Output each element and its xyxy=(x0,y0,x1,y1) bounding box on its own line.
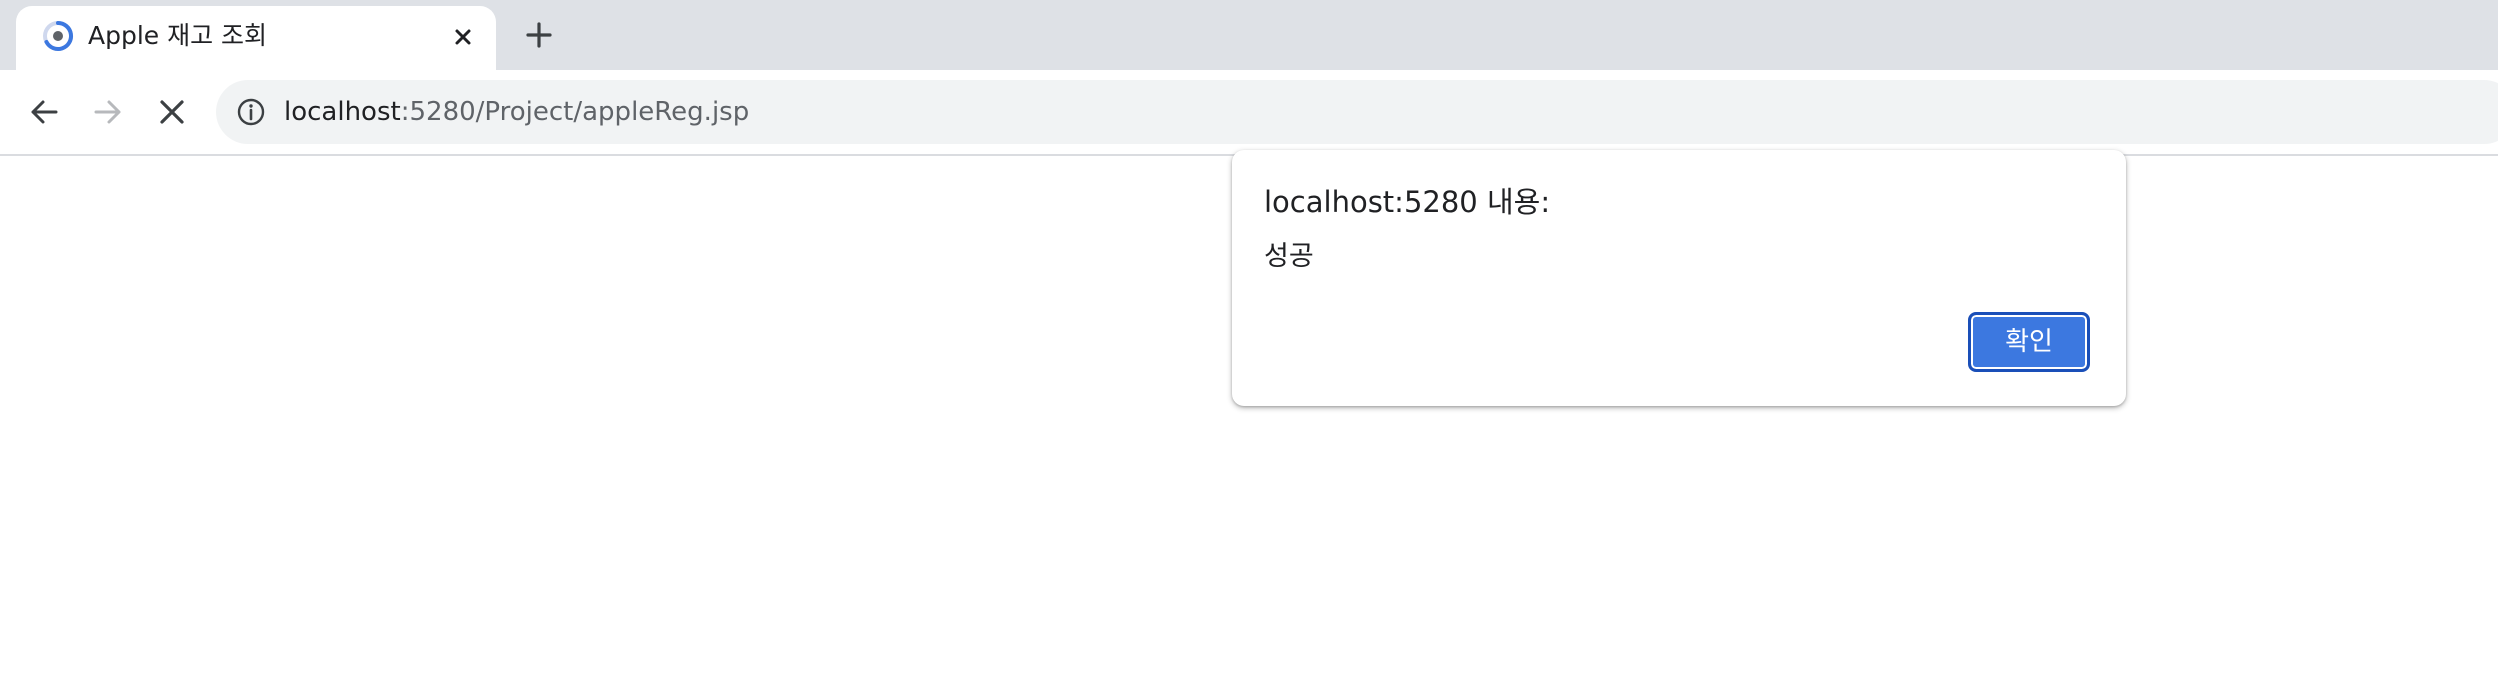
back-arrow-icon[interactable] xyxy=(24,92,64,132)
url-host: localhost xyxy=(284,97,401,127)
url-text: localhost:5280/Project/appleReg.jsp xyxy=(284,94,749,130)
alert-dialog: localhost:5280 내용: 성공 확인 xyxy=(1232,150,2126,406)
site-info-icon[interactable] xyxy=(236,97,266,127)
ok-button[interactable]: 확인 xyxy=(1968,312,2090,372)
browser-tab[interactable]: Apple 재고 조회 xyxy=(16,6,496,70)
forward-arrow-icon[interactable] xyxy=(88,92,128,132)
tab-strip: Apple 재고 조회 xyxy=(0,0,2498,70)
dialog-message: 성공 xyxy=(1264,241,1314,272)
tab-title: Apple 재고 조회 xyxy=(88,21,268,50)
plus-icon[interactable] xyxy=(522,18,556,52)
url-path: :5280/Project/appleReg.jsp xyxy=(400,97,750,127)
close-icon[interactable] xyxy=(448,22,478,52)
loading-spinner-icon xyxy=(43,20,74,51)
dialog-title: localhost:5280 내용: xyxy=(1264,185,1551,219)
browser-toolbar: localhost:5280/Project/appleReg.jsp xyxy=(0,70,2498,156)
stop-loading-icon[interactable] xyxy=(152,92,192,132)
address-bar[interactable]: localhost:5280/Project/appleReg.jsp xyxy=(216,80,2498,144)
